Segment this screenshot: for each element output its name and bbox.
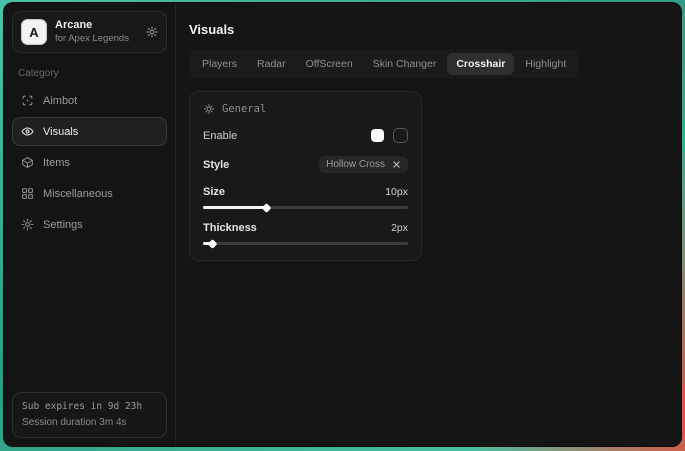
thickness-row: Thickness 2px <box>203 222 408 234</box>
miscellaneous-icon <box>21 187 34 200</box>
sidebar-item-label: Miscellaneous <box>43 188 113 200</box>
style-selected-value: Hollow Cross <box>326 159 385 170</box>
category-label: Category <box>18 68 161 79</box>
thickness-value: 2px <box>391 222 408 234</box>
session-duration-text: Session duration 3m 4s <box>22 415 157 431</box>
size-row: Size 10px <box>203 186 408 198</box>
tab-radar[interactable]: Radar <box>248 53 295 75</box>
tab-highlight[interactable]: Highlight <box>516 53 575 75</box>
profile-meta: Arcane for Apex Legends <box>55 19 129 45</box>
visuals-icon <box>21 125 34 138</box>
sidebar: A Arcane for Apex Legends Category Aimbo <box>4 3 176 446</box>
enable-controls <box>371 128 408 143</box>
sidebar-item-label: Settings <box>43 219 83 231</box>
size-label: Size <box>203 186 225 198</box>
items-icon <box>21 156 34 169</box>
sidebar-item-aimbot[interactable]: Aimbot <box>12 86 167 115</box>
enable-row: Enable <box>203 128 408 143</box>
sub-expiry-text: Sub expires in 9d 23h <box>22 400 157 415</box>
tab-offscreen[interactable]: OffScreen <box>297 53 362 75</box>
tab-crosshair[interactable]: Crosshair <box>447 53 514 75</box>
thickness-slider[interactable] <box>203 242 408 245</box>
sidebar-item-visuals[interactable]: Visuals <box>12 117 167 146</box>
app-logo: A <box>21 19 47 45</box>
sidebar-item-label: Items <box>43 157 70 169</box>
page-title: Visuals <box>189 22 668 37</box>
crosshair-color-swatch[interactable] <box>371 129 384 142</box>
profile-card: A Arcane for Apex Legends <box>12 11 167 53</box>
sidebar-item-miscellaneous[interactable]: Miscellaneous <box>12 179 167 208</box>
subscription-info: Sub expires in 9d 23h Session duration 3… <box>12 392 167 438</box>
style-label: Style <box>203 159 229 171</box>
card-header-label: General <box>222 103 266 115</box>
settings-icon <box>21 218 34 231</box>
app-title: Arcane <box>55 19 129 33</box>
tab-players[interactable]: Players <box>193 53 246 75</box>
enable-checkbox[interactable] <box>393 128 408 143</box>
sidebar-item-label: Visuals <box>43 126 78 138</box>
card-header: General <box>203 103 408 115</box>
style-select[interactable]: Hollow Cross <box>319 156 408 173</box>
thickness-slider-thumb[interactable] <box>208 239 218 249</box>
size-value: 10px <box>385 186 408 198</box>
sidebar-item-items[interactable]: Items <box>12 148 167 177</box>
size-slider[interactable] <box>203 206 408 209</box>
size-slider-thumb[interactable] <box>261 203 271 213</box>
aimbot-icon <box>21 94 34 107</box>
app-window: A Arcane for Apex Legends Category Aimbo <box>3 2 682 447</box>
general-icon <box>203 103 215 115</box>
thickness-label: Thickness <box>203 222 257 234</box>
tab-skin-changer[interactable]: Skin Changer <box>364 53 446 75</box>
close-icon[interactable] <box>392 160 401 169</box>
main-panel: Visuals Players Radar OffScreen Skin Cha… <box>176 3 681 446</box>
enable-label: Enable <box>203 130 237 142</box>
sidebar-item-label: Aimbot <box>43 95 77 107</box>
gear-icon[interactable] <box>146 26 158 38</box>
sidebar-item-settings[interactable]: Settings <box>12 210 167 239</box>
app-subtitle: for Apex Legends <box>55 33 129 45</box>
size-slider-fill <box>203 206 265 209</box>
general-card: General Enable Style Hollow Cross <box>189 91 422 261</box>
style-row: Style Hollow Cross <box>203 156 408 173</box>
tab-bar: Players Radar OffScreen Skin Changer Cro… <box>189 50 579 78</box>
